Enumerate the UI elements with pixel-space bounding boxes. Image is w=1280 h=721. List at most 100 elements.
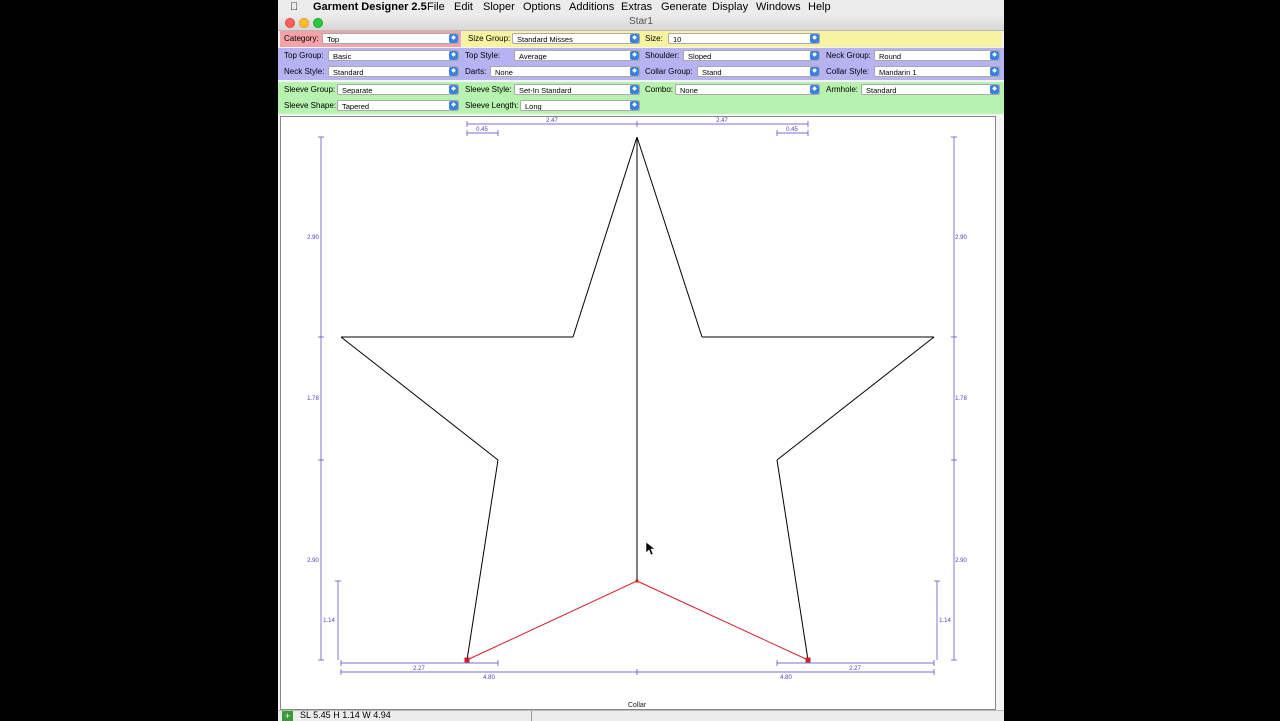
menu-additions[interactable]: Additions [569,0,614,14]
menu-generate[interactable]: Generate [661,0,707,14]
window-title: Star1 [629,16,653,27]
top-style-select[interactable]: Average ◆ [514,50,640,61]
dimension-label: 2.47 [716,118,728,124]
chevron-updown-icon: ◆ [449,34,458,43]
dimension-label: 4.80 [483,675,495,681]
pattern-canvas[interactable]: 2.47 2.47 0.45 0.45 2.90 2.90 1.78 1.78 … [280,116,996,710]
neck-group-label: Neck Group: [826,51,871,60]
piece-label: Collar [628,702,647,709]
outline-segment [572,136,638,338]
outline-segment [776,459,809,661]
seam-point[interactable] [805,657,811,663]
combo-label: Combo: [645,85,674,94]
dimension-label: 1.14 [323,618,335,624]
top-group-label: Top Group: [284,51,324,60]
dimension-label: 2.27 [849,666,861,672]
chevron-updown-icon: ◆ [449,85,458,94]
chevron-updown-icon: ◆ [449,51,458,60]
dimension-label: 0.45 [476,127,488,133]
dimension-label: 2.90 [955,558,967,564]
armhole-label: Armhole: [826,85,859,94]
combo-select[interactable]: None ◆ [675,84,820,95]
chevron-updown-icon: ◆ [630,34,639,43]
category-band: Category: Top ◆ Size Group: Standard Miss… [278,31,1004,47]
chevron-updown-icon: ◆ [810,67,819,76]
shoulder-label: Shoulder: [645,51,680,60]
mouse-cursor-icon [645,541,656,556]
chevron-updown-icon: ◆ [810,51,819,60]
chevron-updown-icon: ◆ [449,67,458,76]
seam-segment [466,580,638,661]
pattern-drawing: 2.47 2.47 0.45 0.45 2.90 2.90 1.78 1.78 … [307,118,967,709]
chevron-updown-icon: ◆ [630,101,639,110]
category-select[interactable]: Top ◆ [322,33,459,44]
menu-options[interactable]: Options [523,0,561,14]
dimension-label: 0.45 [786,127,798,133]
size-label: Size: [645,34,663,43]
sleeve-options-band: Sleeve Group: Separate ◆ Sleeve Style: Se… [278,82,1004,114]
chevron-updown-icon: ◆ [449,101,458,110]
seam-point[interactable] [464,657,470,663]
dimension-label: 2.90 [955,235,967,241]
chevron-updown-icon: ◆ [810,34,819,43]
menu-edit[interactable]: Edit [454,0,473,14]
sleeve-shape-select[interactable]: Tapered ◆ [337,100,459,111]
document-window: Star1 Category: Top ◆ Size Group: Standar… [278,14,1004,721]
sleeve-style-select[interactable]: Set-In Standard ◆ [514,84,640,95]
dimension-label: 2.90 [307,235,319,241]
status-bar: + SL 5.45 H 1.14 W 4.94 [278,710,1004,721]
sleeve-length-select[interactable]: Long ◆ [520,100,640,111]
top-options-band: Top Group: Basic ◆ Top Style: Average ◆ Sh… [278,48,1004,80]
status-measurements: SL 5.45 H 1.14 W 4.94 [300,710,391,720]
darts-label: Darts: [465,67,487,76]
top-style-label: Top Style: [465,51,501,60]
chevron-updown-icon: ◆ [990,51,999,60]
outline-segment [340,336,499,461]
neck-group-select[interactable]: Round ◆ [874,50,1000,61]
outline-segment [636,136,703,338]
dimension-label: 4.80 [780,675,792,681]
top-group-select[interactable]: Basic ◆ [328,50,459,61]
size-group-label: Size Group: [468,34,511,43]
collar-group-select[interactable]: Stand ◆ [697,66,820,77]
apple-icon[interactable]:  [290,0,298,14]
chevron-updown-icon: ◆ [630,51,639,60]
menu-bar:  Garment Designer 2.5 File Edit Sloper … [278,0,1004,15]
chevron-updown-icon: ◆ [990,85,999,94]
dimension-label: 2.47 [546,118,558,124]
dimension-label: 1.78 [307,396,319,402]
outline-segment [776,336,935,461]
dimension-label: 1.78 [955,396,967,402]
collar-style-select[interactable]: Mandarin 1 ◆ [874,66,1000,77]
dimension-label: 1.14 [939,618,951,624]
chevron-updown-icon: ◆ [630,67,639,76]
collar-group-label: Collar Group: [645,67,693,76]
menu-display[interactable]: Display [712,0,748,14]
sleeve-style-label: Sleeve Style: [465,85,512,94]
title-bar[interactable]: Star1 [278,14,1004,31]
app-name-menu[interactable]: Garment Designer 2.5 [313,0,427,14]
chevron-updown-icon: ◆ [630,85,639,94]
darts-select[interactable]: None ◆ [490,66,640,77]
menu-extras[interactable]: Extras [621,0,652,14]
size-select[interactable]: 10 ◆ [668,33,820,44]
armhole-select[interactable]: Standard ◆ [861,84,1000,95]
menu-windows[interactable]: Windows [756,0,801,14]
neck-style-label: Neck Style: [284,67,325,76]
sleeve-group-label: Sleeve Group: [284,85,336,94]
chevron-updown-icon: ◆ [990,67,999,76]
size-group-select[interactable]: Standard Misses ◆ [512,33,640,44]
sleeve-group-select[interactable]: Separate ◆ [337,84,459,95]
collar-style-label: Collar Style: [826,67,870,76]
sleeve-shape-label: Sleeve Shape: [284,101,337,110]
menu-file[interactable]: File [427,0,445,14]
seam-point[interactable] [635,579,639,583]
chevron-updown-icon: ◆ [810,85,819,94]
menu-help[interactable]: Help [808,0,831,14]
shoulder-select[interactable]: Sloped ◆ [683,50,820,61]
dimension-label: 2.27 [413,666,425,672]
dimension-label: 2.90 [307,558,319,564]
menu-sloper[interactable]: Sloper [483,0,515,14]
outline-segment [466,459,499,661]
neck-style-select[interactable]: Standard ◆ [328,66,459,77]
